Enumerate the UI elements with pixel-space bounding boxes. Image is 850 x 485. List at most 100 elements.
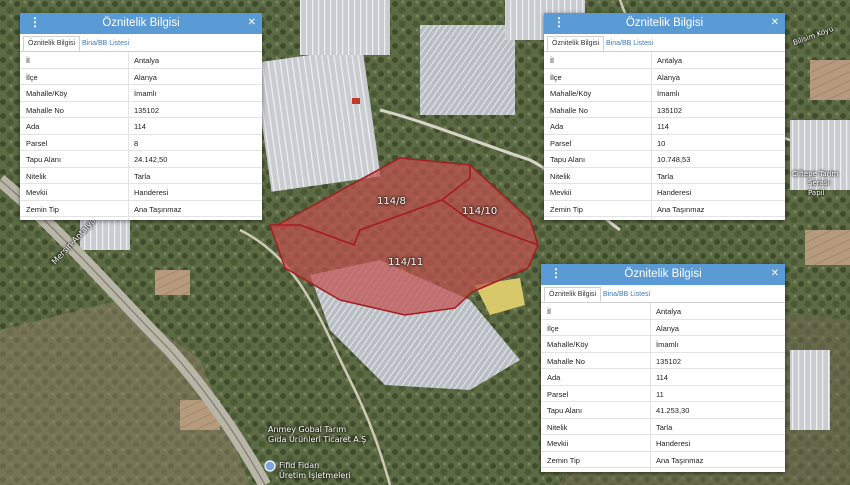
attribute-key: İlçe [26,72,38,82]
column-divider [651,85,652,101]
column-divider [650,369,651,385]
table-row: Parsel 8 [20,134,262,151]
attribute-table: İl Antalya İlçe Alanya Mahalle/Köy İmamlı Maha… [20,52,262,220]
table-row: Mevkii Handeresi [544,184,785,201]
attribute-key: Zemin Tip [26,204,59,214]
column-divider [650,336,651,352]
attribute-key: Ada [550,122,564,131]
close-icon[interactable]: ✕ [771,17,779,28]
attribute-value: İmamlı [657,89,680,98]
attribute-key: Mahalle No [550,105,588,115]
column-divider [651,68,652,84]
attribute-value: Tarla [657,171,674,181]
column-divider [650,451,651,467]
map-field [805,230,850,265]
poi-label: Gıda Ürünleri Ticaret A.Ş [268,435,367,444]
table-row: İl Antalya [541,303,785,320]
column-divider [650,468,651,472]
table-row: Tapu Alanı 41.253,30 [541,402,785,419]
tab-building-list[interactable]: Bina/BB Listesi [599,288,654,301]
table-row: Ada 114 [544,118,785,135]
poi-label: Fifid Fidan [279,461,320,470]
close-icon[interactable]: ✕ [771,268,779,279]
attribute-key: Ada [26,122,40,131]
column-divider [650,418,651,434]
attribute-value: 24.142,50 [134,155,168,164]
attribute-table: İl Antalya İlçe Alanya Mahalle/Köy İmamlı Maha… [541,303,785,472]
attribute-value: Handeresi [656,439,691,448]
table-row: Zemin Tip Ana Taşınmaz [541,451,785,468]
tab-attributes[interactable]: Öznitelik Bilgisi [23,36,81,51]
table-row: Mahalle No 135102 [20,101,262,118]
column-divider [650,385,651,401]
table-row: PaftaP28.B.16.A.1 [20,217,262,220]
attribute-key: İlçe [547,323,559,333]
attribute-value: Handeresi [134,188,169,197]
column-divider [128,118,129,134]
attribute-key: İl [26,56,30,65]
panel-header: ⋮ Öznitelik Bilgisi ✕ [544,13,785,34]
panel-title: Öznitelik Bilgisi [102,17,180,29]
tab-attributes[interactable]: Öznitelik Bilgisi [544,287,602,302]
attribute-key: Zemin Tip [547,455,580,465]
column-divider [651,101,652,117]
column-divider [650,352,651,368]
attribute-key: İl [547,307,551,316]
attribute-key: Tapu Alanı [26,155,62,164]
column-divider [650,303,651,319]
attribute-key: Parsel [26,138,48,148]
attribute-value: Alanya [657,72,680,82]
attribute-value: 11 [656,389,664,399]
attribute-value: 135102 [134,105,160,115]
map-greenhouses [790,350,830,430]
tab-building-list[interactable]: Bina/BB Listesi [78,37,133,50]
panel-tabs: Öznitelik Bilgisi Bina/BB Listesi [544,34,785,52]
table-row: Tapu Alanı 10.748,53 [544,151,785,168]
attribute-value: Alanya [656,323,679,333]
attribute-key: Mevkii [26,188,48,197]
attribute-key: Mevkii [550,188,572,197]
table-row: Mahalle No 135102 [544,101,785,118]
poi-label: Papil [808,189,825,197]
attribute-panel-parcel-11: ⋮ Öznitelik Bilgisi ✕ Öznitelik Bilgisi Bina… [541,264,785,472]
attribute-value: İmamlı [134,89,157,98]
attribute-key: Mahalle No [26,105,64,115]
column-divider [651,118,652,134]
attribute-key: Parsel [547,389,569,399]
attribute-value: Antalya [134,56,160,65]
attribute-key: Nitelik [550,171,571,181]
table-row: Zemin Tip Ana Taşınmaz [544,200,785,217]
attribute-value: Alanya [134,72,157,82]
attribute-key: Nitelik [547,422,568,432]
attribute-value: İmamlı [656,340,679,349]
column-divider [128,200,129,216]
attribute-value: Ana Taşınmaz [657,204,705,214]
table-row: İl Antalya [20,52,262,69]
close-icon[interactable]: ✕ [248,17,256,28]
map-pin-icon[interactable] [264,460,276,472]
attribute-key: Parsel [550,138,572,148]
attribute-table: İl Antalya İlçe Alanya Mahalle/Köy İmamlı Maha… [544,52,785,220]
panel-title: Öznitelik Bilgisi [624,268,702,280]
tab-attributes[interactable]: Öznitelik Bilgisi [547,36,605,51]
panel-title: Öznitelik Bilgisi [625,17,704,29]
column-divider [128,52,129,68]
map-field [810,60,850,100]
attribute-value: Ana Taşınmaz [134,204,182,214]
panel-header: ⋮ Öznitelik Bilgisi ✕ [20,13,262,34]
attribute-value: 41.253,30 [656,406,690,415]
parcel-label-114-8: 114/8 [377,196,406,207]
table-row: Mevkii Handeresi [20,184,262,201]
attribute-key: Tapu Alanı [550,155,586,164]
table-row: İlçe Alanya [20,68,262,85]
map-greenhouses [300,0,390,55]
attribute-key: Nitelik [26,171,47,181]
table-row: Nitelik Tarla [20,167,262,184]
column-divider [128,85,129,101]
table-row: Tapu Alanı 24.142,50 [20,151,262,168]
column-divider [651,167,652,183]
column-divider [128,184,129,200]
tab-building-list[interactable]: Bina/BB Listesi [602,37,657,50]
attribute-value: Tarla [134,171,151,181]
table-row: Nitelik Tarla [544,167,785,184]
